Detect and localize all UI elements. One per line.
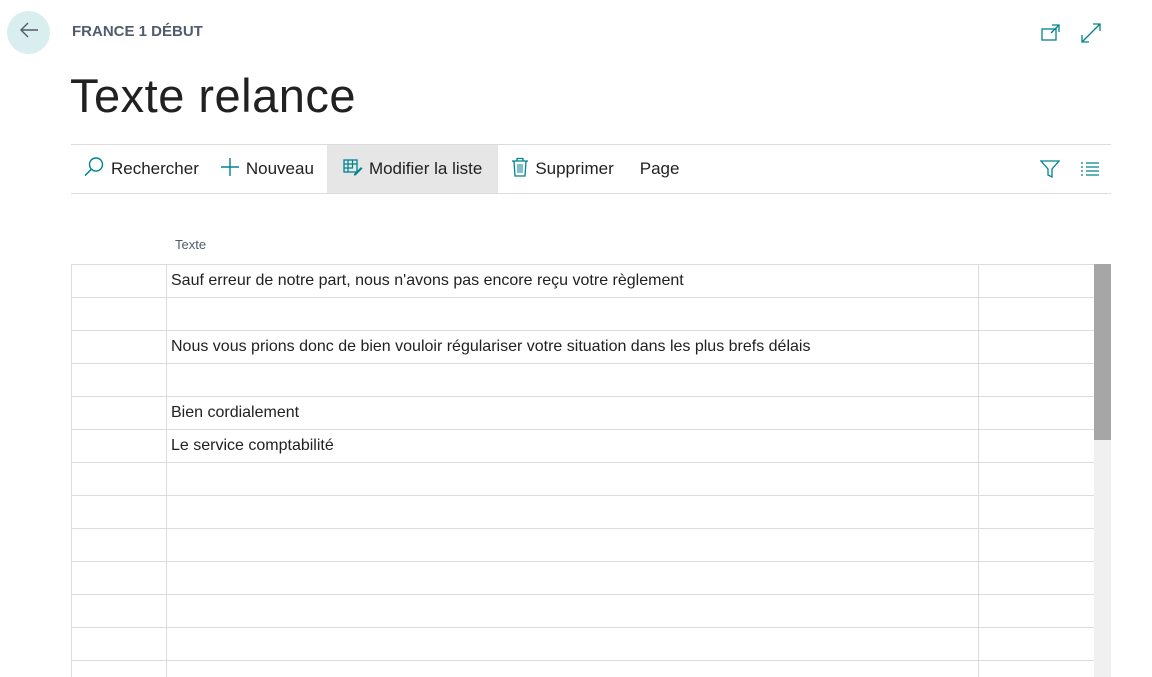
table-row[interactable]	[71, 661, 1094, 677]
delete-button-label: Supprimer	[535, 159, 614, 178]
table-row[interactable]	[71, 298, 1094, 331]
edit-list-button-label: Modifier la liste	[368, 159, 483, 178]
empty-cell	[979, 298, 1094, 330]
empty-cell	[979, 397, 1094, 429]
search-button[interactable]: Rechercher	[71, 145, 207, 193]
text-cell[interactable]: Nous vous prions donc de bien vouloir ré…	[167, 331, 979, 363]
search-button-label: Rechercher	[111, 159, 199, 178]
text-cell[interactable]	[167, 628, 979, 660]
text-cell[interactable]	[167, 496, 979, 528]
empty-cell	[979, 331, 1094, 363]
text-cell[interactable]	[167, 529, 979, 561]
empty-cell	[979, 463, 1094, 495]
empty-cell	[979, 661, 1094, 677]
text-grid: Sauf erreur de notre part, nous n'avons …	[71, 264, 1094, 677]
column-header-texte[interactable]: Texte	[175, 237, 206, 252]
search-icon	[83, 156, 105, 183]
row-selector-cell[interactable]	[71, 562, 167, 594]
table-row[interactable]: Nous vous prions donc de bien vouloir ré…	[71, 331, 1094, 364]
table-row[interactable]: Le service comptabilité	[71, 430, 1094, 463]
row-selector-cell[interactable]	[71, 529, 167, 561]
row-selector-cell[interactable]	[71, 397, 167, 429]
open-new-window-icon[interactable]	[1040, 22, 1062, 44]
row-selector-cell[interactable]	[71, 463, 167, 495]
window-actions	[1040, 22, 1102, 44]
edit-list-icon	[343, 158, 363, 181]
new-button[interactable]: Nouveau	[207, 145, 327, 193]
text-cell[interactable]	[167, 364, 979, 396]
text-cell[interactable]	[167, 595, 979, 627]
row-selector-cell[interactable]	[71, 298, 167, 330]
text-cell[interactable]	[167, 298, 979, 330]
back-button[interactable]	[7, 11, 50, 54]
action-bar-right	[1039, 158, 1111, 180]
filter-icon[interactable]	[1039, 158, 1061, 180]
empty-cell	[979, 364, 1094, 396]
vertical-scrollbar[interactable]	[1094, 264, 1111, 677]
breadcrumb: FRANCE 1 DÉBUT	[72, 23, 203, 40]
delete-button[interactable]: Supprimer	[498, 145, 626, 193]
action-bar: Rechercher Nouveau Modifier la liste Sup…	[71, 144, 1111, 194]
new-button-label: Nouveau	[245, 159, 314, 178]
table-row[interactable]	[71, 529, 1094, 562]
page-title: Texte relance	[70, 69, 357, 122]
text-cell[interactable]	[167, 562, 979, 594]
table-row[interactable]: Sauf erreur de notre part, nous n'avons …	[71, 265, 1094, 298]
table-row[interactable]	[71, 496, 1094, 529]
empty-cell	[979, 562, 1094, 594]
text-cell[interactable]	[167, 661, 979, 677]
table-row[interactable]	[71, 628, 1094, 661]
table-row[interactable]	[71, 463, 1094, 496]
empty-cell	[979, 496, 1094, 528]
row-selector-cell[interactable]	[71, 595, 167, 627]
row-selector-cell[interactable]	[71, 331, 167, 363]
scrollbar-thumb[interactable]	[1094, 264, 1111, 440]
page-menu-button[interactable]: Page	[627, 145, 693, 193]
table-row[interactable]	[71, 562, 1094, 595]
table-row[interactable]: Bien cordialement	[71, 397, 1094, 430]
empty-cell	[979, 430, 1094, 462]
expand-icon[interactable]	[1080, 22, 1102, 44]
plus-icon	[220, 157, 240, 182]
trash-icon	[511, 157, 529, 182]
table-row[interactable]	[71, 364, 1094, 397]
row-selector-cell[interactable]	[71, 430, 167, 462]
edit-list-button[interactable]: Modifier la liste	[326, 145, 499, 193]
empty-cell	[979, 529, 1094, 561]
empty-cell	[979, 265, 1094, 297]
text-cell[interactable]	[167, 463, 979, 495]
text-cell[interactable]: Sauf erreur de notre part, nous n'avons …	[167, 265, 979, 297]
list-view-icon[interactable]	[1079, 158, 1101, 180]
text-cell[interactable]: Le service comptabilité	[167, 430, 979, 462]
page-menu-label: Page	[639, 159, 680, 178]
row-selector-cell[interactable]	[71, 628, 167, 660]
arrow-left-icon	[18, 19, 40, 46]
empty-cell	[979, 628, 1094, 660]
table-row[interactable]	[71, 595, 1094, 628]
row-selector-cell[interactable]	[71, 364, 167, 396]
row-selector-cell[interactable]	[71, 496, 167, 528]
text-cell[interactable]: Bien cordialement	[167, 397, 979, 429]
row-selector-cell[interactable]	[71, 661, 167, 677]
row-selector-cell[interactable]	[71, 265, 167, 297]
empty-cell	[979, 595, 1094, 627]
